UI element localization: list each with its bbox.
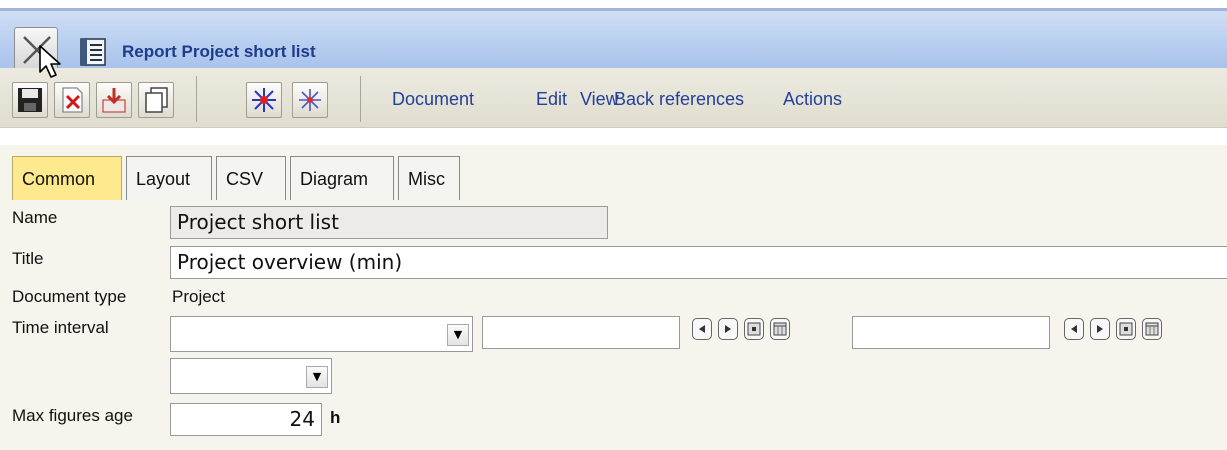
interval-to-field[interactable] (852, 316, 1050, 349)
copy-icon (145, 87, 168, 113)
toolbar-separator (360, 76, 361, 122)
interval-unit-combo[interactable]: ▼ (170, 358, 332, 394)
chevron-down-icon[interactable]: ▼ (447, 324, 469, 346)
delete-button[interactable] (54, 82, 90, 118)
menu-document[interactable]: Document (392, 89, 474, 110)
max-figures-age-field[interactable]: 24 (170, 403, 322, 436)
tab-layout[interactable]: Layout (126, 156, 212, 200)
collapse-all-icon (299, 89, 321, 111)
from-prev-button[interactable] (692, 318, 712, 340)
report-icon (78, 37, 108, 72)
copy-button[interactable] (138, 82, 174, 118)
arrow-right-icon (725, 325, 731, 333)
import-button[interactable] (96, 82, 132, 118)
from-calendar-button[interactable] (770, 318, 790, 340)
time-interval-combo[interactable]: ▼ (170, 316, 473, 352)
arrow-left-icon (699, 325, 705, 333)
from-today-button[interactable] (744, 318, 764, 340)
save-icon (18, 88, 42, 112)
menu-back-references[interactable]: Back references (614, 89, 744, 110)
tab-common[interactable]: Common (12, 156, 122, 200)
toolbar-separator (196, 76, 197, 122)
save-button[interactable] (12, 82, 48, 118)
calendar-today-icon (1119, 322, 1133, 336)
to-calendar-button[interactable] (1142, 318, 1162, 340)
arrow-right-icon (1097, 325, 1103, 333)
from-next-button[interactable] (718, 318, 738, 340)
tab-csv[interactable]: CSV (216, 156, 286, 200)
to-today-button[interactable] (1116, 318, 1136, 340)
interval-from-field[interactable] (482, 316, 680, 349)
tab-misc[interactable]: Misc (398, 156, 460, 200)
time-interval-label: Time interval (12, 318, 109, 337)
name-field[interactable]: Project short list (170, 206, 608, 239)
max-figures-age-label: Max figures age (12, 406, 133, 425)
document-type-label: Document type (12, 287, 127, 306)
to-next-button[interactable] (1090, 318, 1110, 340)
to-prev-button[interactable] (1064, 318, 1084, 340)
title-field[interactable]: Project overview (min) (170, 246, 1227, 279)
max-figures-age-unit: h (330, 408, 341, 427)
menu-view[interactable]: View (580, 89, 619, 110)
delete-icon (62, 87, 83, 113)
document-type-value: Project (172, 287, 225, 306)
calendar-icon (1145, 322, 1159, 336)
title-label: Title (12, 249, 44, 268)
name-label: Name (12, 208, 58, 227)
calendar-icon (773, 322, 787, 336)
arrow-left-icon (1071, 325, 1077, 333)
expand-all-button[interactable] (246, 82, 282, 118)
tab-diagram[interactable]: Diagram (290, 156, 394, 200)
chevron-down-icon[interactable]: ▼ (306, 366, 328, 388)
collapse-all-button[interactable] (292, 82, 328, 118)
window-title: Report Project short list (122, 42, 316, 61)
mouse-cursor-icon (38, 44, 64, 85)
menu-actions[interactable]: Actions (783, 89, 842, 110)
expand-all-icon (252, 88, 276, 112)
menu-edit[interactable]: Edit (536, 89, 567, 110)
title-bar: Report Project short list (0, 8, 1227, 71)
calendar-today-icon (747, 322, 761, 336)
import-icon (102, 88, 126, 113)
